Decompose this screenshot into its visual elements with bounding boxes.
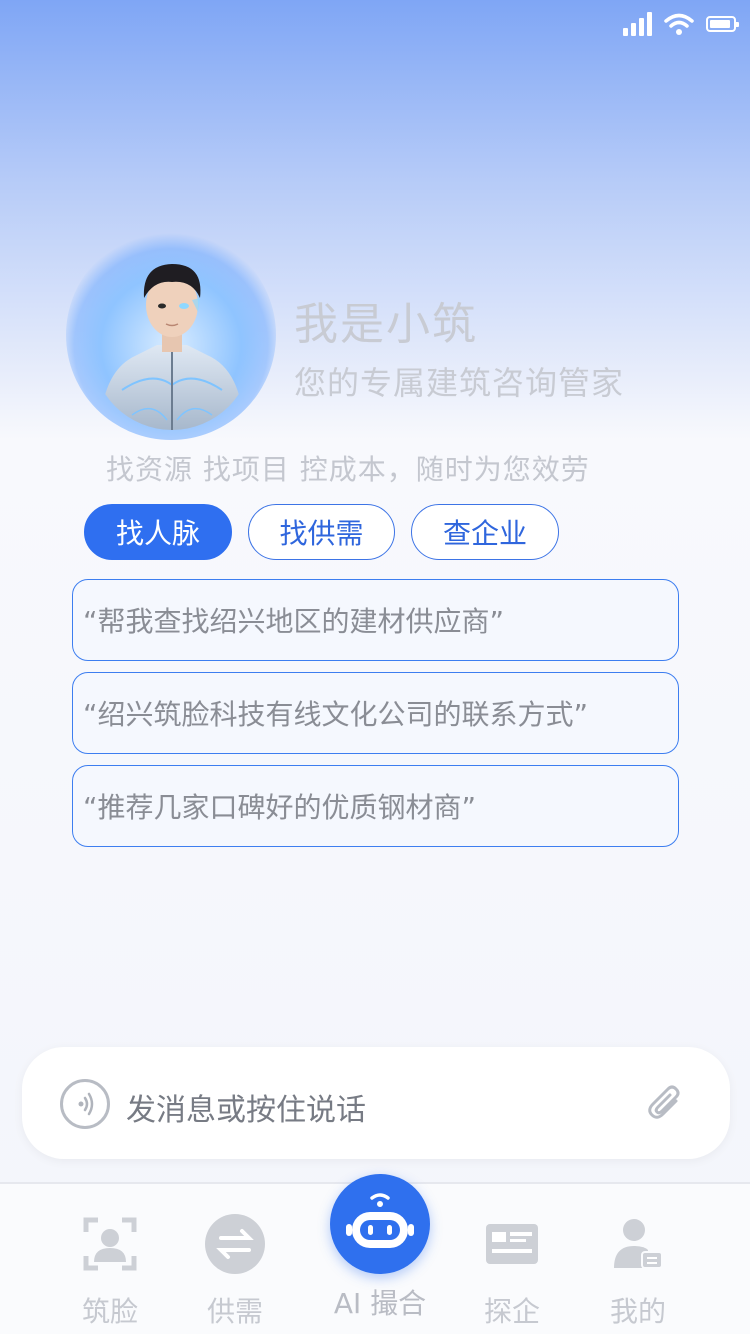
suggestion-item[interactable]: “绍兴筑脸科技有线文化公司的联系方式” [72,672,679,754]
wifi-icon [664,13,694,35]
tab-supply-demand[interactable]: 供需 [175,1214,295,1330]
tab-face[interactable]: 筑脸 [50,1214,170,1330]
company-card-icon [486,1224,538,1264]
battery-icon [706,16,739,32]
chip-find-supply-demand[interactable]: 找供需 [248,504,395,560]
tab-label: 筑脸 [81,1295,138,1328]
status-bar [0,0,750,54]
suggestion-item[interactable]: “帮我查找绍兴地区的建材供应商” [72,579,679,661]
assistant-avatar [100,264,244,430]
tab-ai-match[interactable] [330,1174,430,1274]
signal-icon [623,12,652,36]
tab-label: 供需 [206,1295,263,1328]
status-icons [623,12,739,36]
attachment-icon[interactable] [646,1081,686,1125]
tab-mine[interactable]: 我的 [578,1214,698,1330]
swap-icon [205,1214,265,1274]
voice-icon [78,1092,94,1116]
assistant-tagline: 找资源 找项目 控成本，随时为您效劳 [106,453,590,486]
chip-check-company[interactable]: 查企业 [411,504,559,560]
category-chips: 找人脉 找供需 查企业 [84,504,559,560]
tab-label: 我的 [609,1295,666,1328]
assistant-hero: 我是小筑 您的专属建筑咨询管家 [0,230,750,440]
assistant-subtitle: 您的专属建筑咨询管家 [294,364,625,402]
tab-ai-match-label: AI 撮合 [333,1287,427,1320]
tab-label: 探企 [483,1295,540,1328]
suggestion-list: “帮我查找绍兴地区的建材供应商” “绍兴筑脸科技有线文化公司的联系方式” “推荐… [72,579,679,858]
assistant-title: 我是小筑 [294,299,478,350]
profile-icon [614,1219,663,1269]
robot-icon [346,1193,414,1248]
suggestion-item[interactable]: “推荐几家口碑好的优质钢材商” [72,765,679,847]
chip-find-contacts[interactable]: 找人脉 [84,504,232,560]
message-input[interactable]: 发消息或按住说话 [126,1085,366,1129]
message-input-bar: 发消息或按住说话 [22,1047,730,1159]
tab-explore-company[interactable]: 探企 [452,1214,572,1330]
face-scan-icon [83,1217,137,1271]
voice-input-button[interactable] [60,1079,110,1129]
